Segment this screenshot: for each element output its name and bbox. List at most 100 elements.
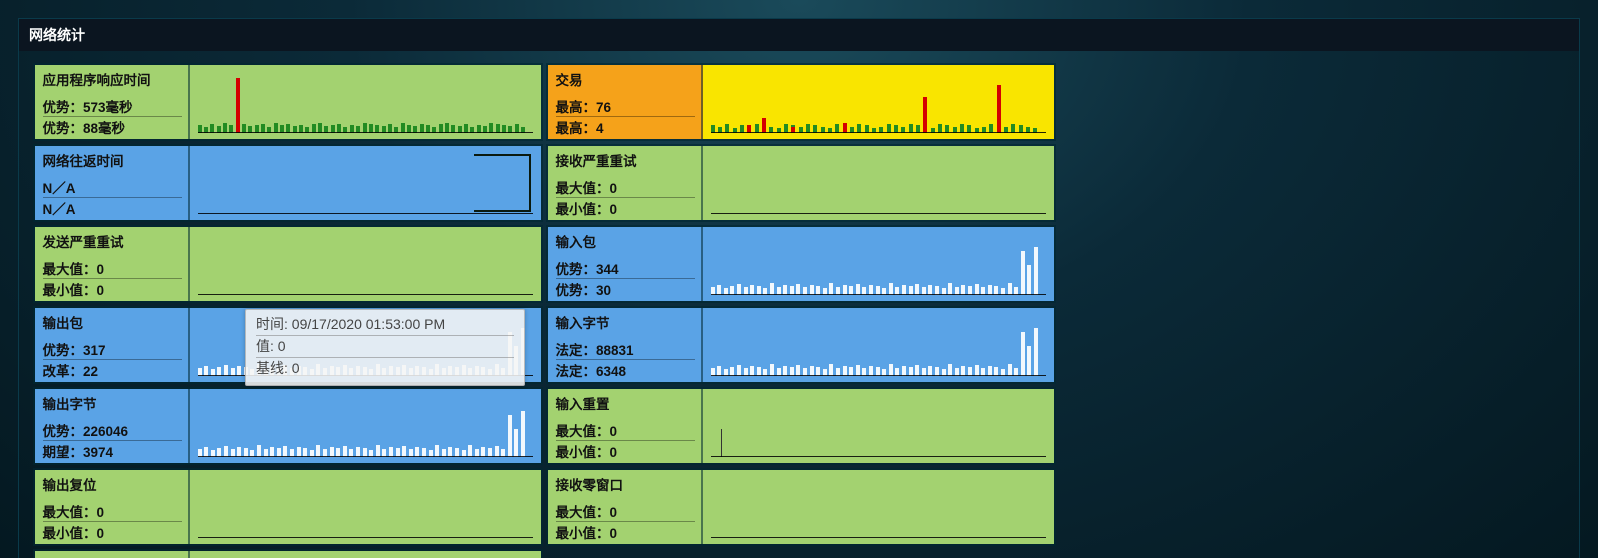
metric-card-network-rtt[interactable]: 网络往返时间 N／AN／A [33,144,543,222]
card-row-2: 最高：4 [556,116,695,137]
card-row-1: 最大值：0 [43,501,182,521]
row2-label: 优势 [556,283,583,298]
row2-value: 0 [610,445,618,460]
card-chart[interactable] [190,227,541,301]
row2-value: 0 [97,526,105,541]
baseline [198,294,533,295]
card-chart[interactable] [190,65,541,139]
metric-card-input-bytes[interactable]: 输入字节法定：88831法定：6348 [546,306,1056,384]
card-row-2: 优势：30 [556,278,695,299]
row1-label: 优势 [43,100,70,115]
card-values: 最大值：0最小值：0 [556,177,695,218]
chart-area [198,71,533,133]
card-chart[interactable] [190,551,541,558]
card-values: 最大值：0最小值：0 [556,420,695,461]
card-left: 输入字节法定：88831法定：6348 [548,308,703,382]
metric-card-output-bytes[interactable]: 输出字节优势：226046期望：3974 [33,387,543,465]
metric-card-transactions[interactable]: 交易最高：76最高：4 [546,63,1056,141]
row1-value: 88831 [596,343,634,358]
card-title: 接收零窗口 [556,474,695,494]
chart-area [711,395,1046,457]
chart-area [711,152,1046,214]
card-row-1: 优势：226046 [43,420,182,440]
bar [1027,346,1031,376]
tooltip-time-value: 09/17/2020 01:53:00 PM [292,316,445,332]
row2-value: 6348 [596,364,626,379]
tooltip-value-value: 0 [278,338,286,354]
bar [1034,247,1038,295]
baseline [711,456,1046,457]
card-left: 输入包优势：344优势：30 [548,227,703,301]
card-chart[interactable] [190,146,541,220]
row1-value: 0 [97,262,105,277]
chart-area [198,152,533,214]
baseline [711,375,1046,376]
card-title: 交易 [556,69,695,89]
card-chart[interactable] [703,146,1054,220]
metric-card-output-reset[interactable]: 输出复位最大值：0最小值：0 [33,468,543,546]
card-title: 输出包 [43,312,182,332]
row1-label: 最大值 [556,424,597,439]
row1-value: 0 [610,181,618,196]
metric-card-recv-heavy-retry[interactable]: 接收严重重试最大值：0最小值：0 [546,144,1056,222]
card-values: N／AN／A [43,177,182,218]
row1-label: 优势 [43,424,70,439]
row2-label: 期望 [43,445,70,460]
baseline [198,456,533,457]
row1-value: N／A [43,181,76,196]
row1-label: 优势 [43,343,70,358]
card-left: 网络往返时间 N／AN／A [35,146,190,220]
metric-card-send-heavy-retry[interactable]: 发送严重重试最大值：0最小值：0 [33,225,543,303]
row2-label: 最小值 [556,445,597,460]
bar [521,411,525,457]
bar [508,415,512,457]
card-title: 输出字节 [43,393,182,413]
card-values: 优势：226046期望：3974 [43,420,182,461]
baseline [198,537,533,538]
card-left: 交易最高：76最高：4 [548,65,703,139]
row2-label: 改革 [43,364,70,379]
row2-value: 4 [596,121,604,136]
metric-card-input-reset[interactable]: 输入重置最大值：0最小值：0 [546,387,1056,465]
card-row-2: 期望：3974 [43,440,182,461]
card-row-1: 最大值：0 [556,501,695,521]
baseline [711,294,1046,295]
metric-card-input-packets[interactable]: 输入包优势：344优势：30 [546,225,1056,303]
card-row-1: 优势：317 [43,339,182,359]
metric-card-send-zero-window[interactable]: 发送零窗口最大值：0最小值：0 [33,549,543,558]
card-left: 应用程序响应时间优势：573毫秒优势：88毫秒 [35,65,190,139]
card-title: 应用程序响应时间 [43,69,182,89]
baseline [711,537,1046,538]
card-chart[interactable] [703,389,1054,463]
bar [514,429,518,457]
card-chart[interactable] [190,389,541,463]
card-chart[interactable] [703,308,1054,382]
card-row-2: 法定：6348 [556,359,695,380]
row1-value: 226046 [83,424,128,439]
baseline [198,132,533,133]
card-chart[interactable] [703,470,1054,544]
metric-card-app-response-time[interactable]: 应用程序响应时间优势：573毫秒优势：88毫秒 [33,63,543,141]
chart-area [711,476,1046,538]
card-chart[interactable] [190,470,541,544]
metric-card-recv-zero-window[interactable]: 接收零窗口最大值：0最小值：0 [546,468,1056,546]
card-row-2: N／A [43,197,182,218]
bar [236,78,240,133]
card-row-2: 最小值：0 [556,197,695,218]
card-left: 接收零窗口最大值：0最小值：0 [548,470,703,544]
card-chart[interactable] [703,65,1054,139]
card-chart[interactable] [703,227,1054,301]
hover-tooltip: 时间: 09/17/2020 01:53:00 PM 值: 0 基线: 0 [245,309,525,386]
card-title: 输入包 [556,231,695,251]
card-row-1: N／A [43,177,182,197]
baseline [198,213,533,214]
tooltip-baseline-row: 基线: 0 [256,358,514,379]
row1-label: 最大值 [556,505,597,520]
card-title: 网络往返时间 [43,150,182,170]
card-left: 输出字节优势：226046期望：3974 [35,389,190,463]
row2-label: 最高 [556,121,583,136]
card-row-1: 最大值：0 [43,258,182,278]
card-row-1: 法定：88831 [556,339,695,359]
row2-label: 最小值 [43,526,84,541]
chart-area [711,71,1046,133]
